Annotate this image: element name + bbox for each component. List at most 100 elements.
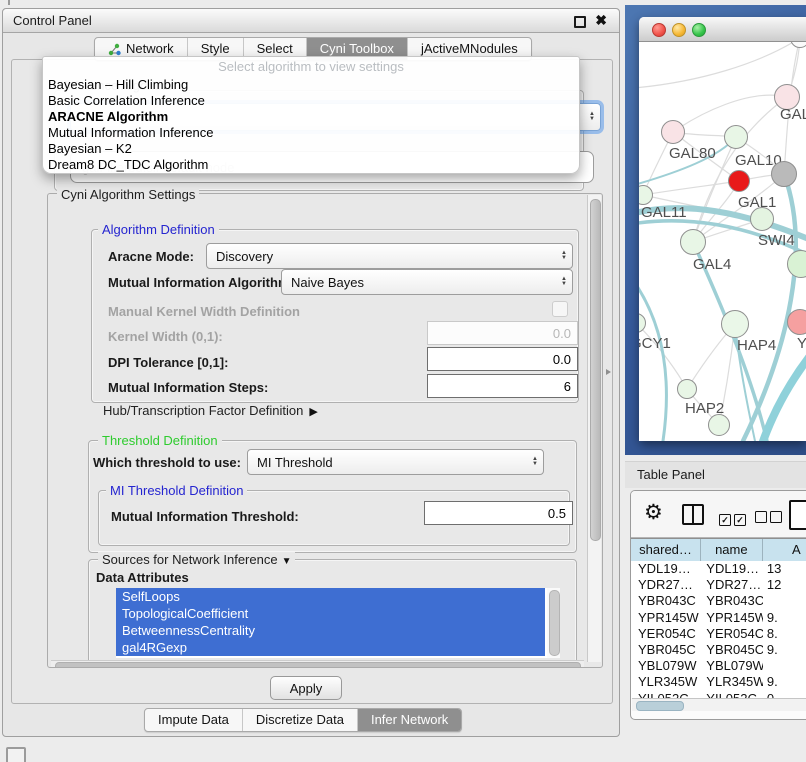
spinner-down-icon: ▼ [532,462,538,467]
aracne-mode-combo[interactable]: Discovery ▲▼ [206,243,573,269]
scrollbar-thumb[interactable] [55,662,581,668]
column-header[interactable]: A [763,539,806,561]
manual-kernel-checkbox[interactable] [552,301,568,317]
apply-button-label: Apply [290,681,323,696]
network-node[interactable] [721,310,749,338]
algorithm-option[interactable]: ARACNE Algorithm [43,109,579,125]
attribute-option[interactable]: SelfLoops [116,588,545,605]
table-cell: 0. [763,691,806,699]
mi-steps-field[interactable]: 6 [427,374,578,398]
table-cell: YBR043C [701,593,763,609]
export-table-icon[interactable] [789,500,806,530]
aracne-mode-value: Discovery [207,249,556,264]
table-body[interactable]: YDL19…YDL19…13YDR27…YDR27…12YBR043CYBR04… [631,561,806,698]
network-node[interactable] [728,170,750,192]
network-canvas[interactable]: GALGAL80GAL10GAL1SWI4GAL11GAL4GCY1HAP4YH… [639,42,806,441]
hub-definition-toggle[interactable]: Hub/Transcription Factor Definition▶ [103,403,318,418]
settings-horizontal-scrollbar[interactable] [51,660,584,668]
table-panel-titlebar: Table Panel [625,461,806,488]
network-view-frame: GALGAL80GAL10GAL1SWI4GAL11GAL4GCY1HAP4YH… [625,5,806,455]
table-cell: YBL079W [701,658,763,674]
algorithm-option[interactable]: Dream8 DC_TDC Algorithm [43,157,579,173]
select-all-columns-button[interactable]: ✓✓ [719,510,749,528]
settings-vertical-scrollbar[interactable] [587,195,601,662]
network-node-label: SWI4 [758,232,795,249]
network-node[interactable] [787,309,806,335]
network-node[interactable] [677,379,697,399]
which-threshold-combo[interactable]: MI Threshold ▲▼ [247,449,544,475]
threshold-definition-label: Threshold Definition [98,433,222,448]
tab-infer-network[interactable]: Infer Network [358,709,461,731]
apply-button[interactable]: Apply [270,676,342,700]
attribute-option[interactable]: gal4RGexp [116,639,545,656]
dpi-tolerance-label: DPI Tolerance [0,1]: [108,355,228,370]
zoom-traffic-light[interactable] [692,23,706,37]
sources-group-toggle[interactable]: Sources for Network Inference▼ [98,552,295,567]
table-row: YDR27…YDR27…12 [631,577,806,593]
control-panel-titlebar: Control Panel ✖ [3,9,619,33]
algorithm-popup-placeholder: Select algorithm to view settings [43,57,579,77]
algorithm-option[interactable]: Basic Correlation Inference [43,93,579,109]
table-toolbar: ⚙ ✓✓ [631,491,806,538]
data-attributes-label: Data Attributes [96,570,189,585]
gear-icon[interactable]: ⚙ [644,500,663,526]
data-attributes-list[interactable]: SelfLoopsTopologicalCoefficientBetweenne… [116,588,560,658]
table-cell: YIL052C [701,691,763,699]
mi-threshold-field[interactable]: 0.5 [424,501,573,525]
table-header-row: shared…nameA [631,538,806,562]
attributes-scrollbar[interactable] [547,588,560,658]
table-cell: 9. [763,642,806,658]
close-icon[interactable]: ✖ [595,12,607,29]
network-node[interactable] [708,414,730,436]
settings-group-label: Cyni Algorithm Settings [57,187,199,202]
network-node[interactable] [724,125,748,149]
table-horizontal-scrollbar[interactable] [632,698,806,711]
kernel-width-label: Kernel Width (0,1): [108,329,223,344]
network-node[interactable] [750,207,774,231]
tab-discretize-data-label: Discretize Data [256,709,344,731]
kernel-width-field: 0.0 [427,321,578,345]
mi-steps-label: Mutual Information Steps: [108,380,268,395]
manual-kernel-label: Manual Kernel Width Definition [108,304,300,319]
network-node-label: GCY1 [639,335,671,352]
algorithm-option[interactable]: Bayesian – K2 [43,141,579,157]
network-node[interactable] [680,229,706,255]
mi-type-value: Naive Bayes [282,275,556,290]
table-cell [763,658,806,674]
spinner-down-icon: ▼ [561,282,567,287]
scrollbar-thumb[interactable] [549,590,560,656]
window-edge-mark [8,0,10,5]
scrollbar-thumb[interactable] [590,199,601,541]
column-header[interactable]: name [701,539,763,561]
algorithm-option[interactable]: Bayesian – Hill Climbing [43,77,579,93]
table-panel-title: Table Panel [637,467,705,482]
scrollbar-thumb[interactable] [636,701,684,711]
control-panel-title: Control Panel [13,13,92,28]
attribute-option[interactable]: BetweennessCentrality [116,622,545,639]
deselect-all-columns-button[interactable] [755,510,785,528]
tab-impute-data[interactable]: Impute Data [145,709,243,731]
close-traffic-light[interactable] [652,23,666,37]
attribute-option[interactable]: TopologicalCoefficient [116,605,545,622]
algorithm-definition-label: Algorithm Definition [98,222,219,237]
mi-threshold-label: Mutual Information Threshold: [111,509,299,524]
network-node[interactable] [771,161,797,187]
splitter-handle[interactable] [606,369,611,375]
columns-icon[interactable] [682,504,704,525]
table-cell: YLR345W [701,674,763,690]
mi-type-combo[interactable]: Naive Bayes ▲▼ [281,269,573,295]
table-cell: YPR145W [701,610,763,626]
tab-discretize-data[interactable]: Discretize Data [243,709,358,731]
column-header[interactable]: shared… [631,539,701,561]
collapsed-panel-icon[interactable] [6,747,26,762]
dpi-tolerance-value: 0.0 [553,352,571,367]
dpi-tolerance-field[interactable]: 0.0 [427,347,578,371]
network-node[interactable] [661,120,685,144]
minimize-traffic-light[interactable] [672,23,686,37]
network-window-titlebar[interactable] [639,17,806,42]
checked-checkbox-icon: ✓ [734,514,746,526]
table-cell [763,593,806,609]
float-icon[interactable] [574,16,586,28]
algorithm-option[interactable]: Mutual Information Inference [43,125,579,141]
table-cell: YBL079W [631,658,701,674]
